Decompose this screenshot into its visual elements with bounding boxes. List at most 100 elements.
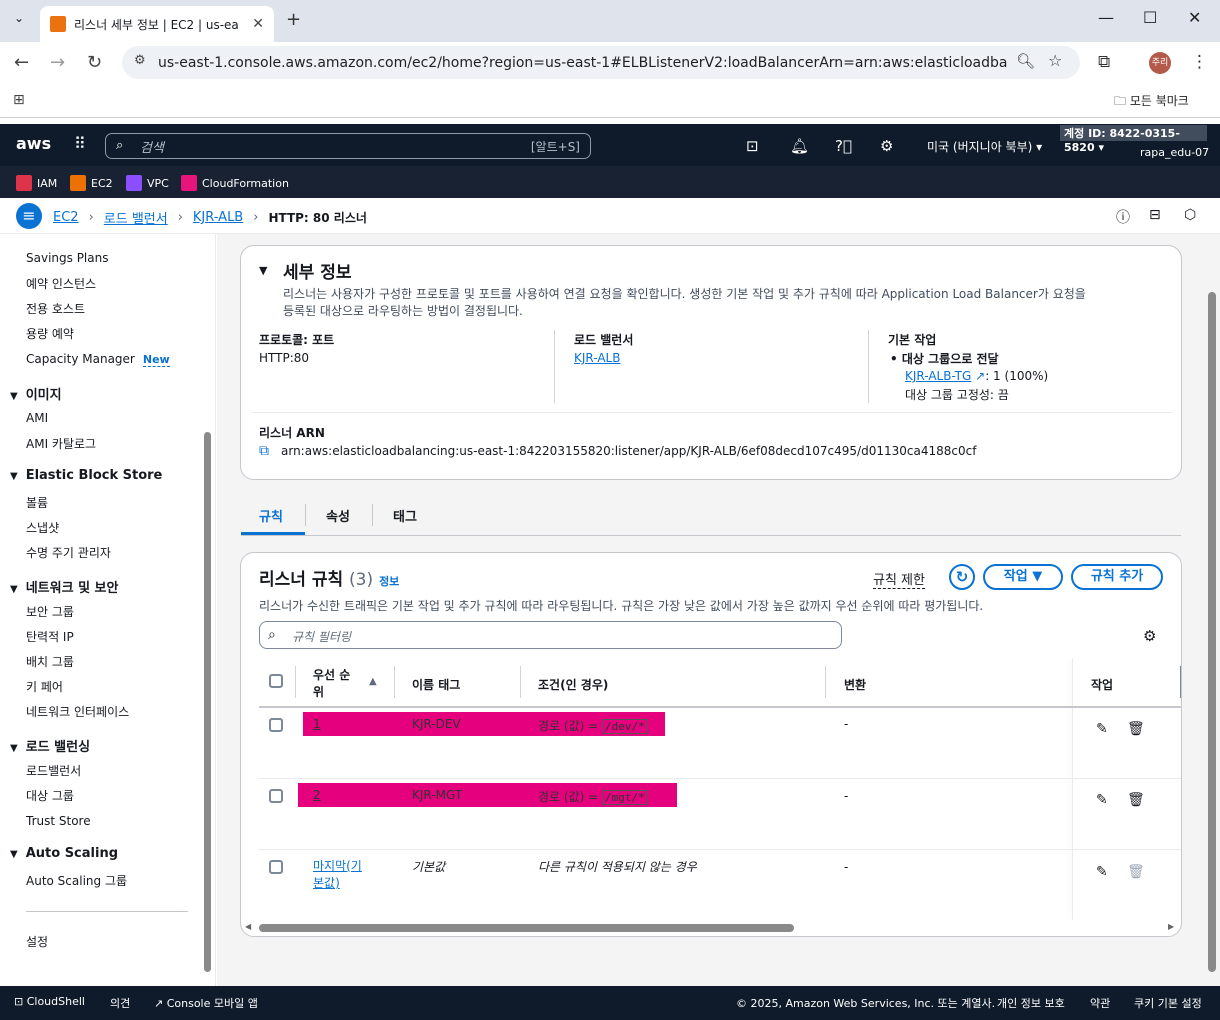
sidebar-scrollbar[interactable]	[204, 432, 211, 972]
load-balancer-link[interactable]: KJR-ALB	[574, 351, 620, 365]
sidebar-item-savings-plans[interactable]: Savings Plans	[26, 251, 108, 265]
all-bookmarks-link[interactable]: 🗀 모든 북마크	[1114, 92, 1189, 113]
delete-trash-icon[interactable]: 🗑︎	[1127, 792, 1145, 808]
sort-ascending-icon[interactable]: ▲	[369, 676, 377, 687]
row-checkbox[interactable]	[269, 718, 283, 732]
main-vertical-scrollbar[interactable]	[1208, 292, 1216, 972]
sidebar-section-auto-scaling[interactable]: Auto Scaling	[10, 846, 118, 861]
sidebar-item-reserved-instances[interactable]: 예약 인스턴스	[26, 275, 96, 292]
rule-priority-link[interactable]: 마지막(기 본값)	[313, 858, 362, 892]
sidebar-item-elastic-ip[interactable]: 탄력적 IP	[26, 628, 74, 645]
sidebar-section-images[interactable]: 이미지	[10, 384, 62, 403]
rule-priority-link[interactable]: 1	[313, 717, 321, 731]
sidebar-section-network-security[interactable]: 네트워크 및 보안	[10, 577, 119, 596]
delete-trash-icon[interactable]: 🗑︎	[1127, 721, 1145, 737]
cookie-preferences-link[interactable]: 쿠키 기본 설정	[1134, 995, 1202, 1011]
row-checkbox[interactable]	[269, 789, 283, 803]
fav-ec2[interactable]: EC2	[70, 175, 113, 191]
minimize-icon[interactable]: —	[1098, 8, 1114, 27]
mobile-app-link[interactable]: ↗ Console 모바일 앱	[154, 995, 258, 1011]
cloudshell-link[interactable]: ⊡ CloudShell	[14, 995, 85, 1008]
sidebar-item-capacity-reservations[interactable]: 용량 예약	[26, 325, 74, 342]
browser-tab[interactable]: 리스너 세부 정보 | EC2 | us-ea ✕	[40, 6, 274, 42]
sidebar-item-auto-scaling-groups[interactable]: Auto Scaling 그룹	[26, 872, 127, 889]
add-rule-button[interactable]: 규칙 추가	[1071, 564, 1163, 590]
sidebar-section-load-balancing[interactable]: 로드 밸런싱	[10, 736, 90, 755]
fav-vpc[interactable]: VPC	[126, 175, 169, 191]
breadcrumb-kjr-alb[interactable]: KJR-ALB	[193, 210, 243, 225]
sidebar-item-volumes[interactable]: 볼륨	[26, 494, 48, 511]
sidebar-item-ami[interactable]: AMI	[26, 411, 48, 425]
user-name[interactable]: rapa_edu-07	[1140, 146, 1209, 159]
account-id-badge[interactable]: 계정 ID: 8422-0315-5820 ▾	[1060, 125, 1207, 154]
edit-pencil-icon[interactable]: ✎	[1096, 864, 1108, 880]
sidebar-item-key-pairs[interactable]: 키 페어	[26, 678, 63, 695]
region-selector[interactable]: 미국 (버지니아 북부) ▾	[927, 138, 1042, 155]
row-checkbox[interactable]	[269, 860, 283, 874]
sidebar-section-ebs[interactable]: Elastic Block Store	[10, 468, 163, 483]
info-icon[interactable]: ⓘ	[1116, 207, 1130, 227]
sidebar-item-load-balancers[interactable]: 로드밸런서	[26, 762, 81, 779]
profile-avatar[interactable]: 주리	[1149, 52, 1171, 74]
cloudshell-icon[interactable]: ⊡	[746, 137, 759, 155]
col-priority-header[interactable]: 우선 순위	[313, 666, 350, 700]
extensions-icon[interactable]: ⧉	[1098, 52, 1110, 72]
close-window-icon[interactable]: ✕	[1188, 8, 1201, 27]
security-icon[interactable]: ⬡	[1184, 207, 1196, 223]
col-conditions-header[interactable]: 조건(인 경우)	[538, 676, 608, 693]
help-icon[interactable]: ?⃝	[835, 137, 852, 155]
sidebar-item-dedicated-hosts[interactable]: 전용 호스트	[26, 300, 85, 317]
tab-tags[interactable]: 태그	[393, 506, 417, 525]
sidebar-item-placement-groups[interactable]: 배치 그룹	[26, 653, 74, 670]
new-tab-icon[interactable]: +	[286, 9, 301, 30]
collapse-caret-icon[interactable]: ▼	[259, 264, 267, 277]
col-name-tag-header[interactable]: 이름 태그	[412, 676, 460, 693]
fav-iam[interactable]: IAM	[16, 175, 57, 191]
sidebar-item-target-groups[interactable]: 대상 그룹	[26, 787, 74, 804]
table-horizontal-scrollbar[interactable]	[259, 924, 794, 932]
console-search-input[interactable]: ⌕ 검색 [알트+S]	[105, 133, 591, 159]
edit-pencil-icon[interactable]: ✎	[1096, 792, 1108, 808]
feedback-icon[interactable]: ⊟	[1149, 207, 1161, 223]
fav-cloudformation[interactable]: CloudFormation	[181, 175, 289, 191]
breadcrumb-load-balancers[interactable]: 로드 밸런서	[104, 208, 168, 227]
forward-icon[interactable]: →	[50, 52, 65, 73]
reload-icon[interactable]: ↻	[87, 52, 102, 73]
rules-filter-input[interactable]: ⌕ 규칙 필터링	[259, 621, 842, 649]
table-settings-gear-icon[interactable]: ⚙	[1143, 627, 1156, 645]
maximize-icon[interactable]: ☐	[1143, 8, 1157, 27]
edit-pencil-icon[interactable]: ✎	[1096, 721, 1108, 737]
sidebar-item-security-groups[interactable]: 보안 그룹	[26, 603, 74, 620]
privacy-link[interactable]: 개인 정보 보호	[997, 995, 1065, 1011]
rules-info-link[interactable]: 정보	[379, 575, 399, 588]
terms-link[interactable]: 약관	[1090, 995, 1110, 1011]
scroll-left-icon[interactable]: ◀	[245, 922, 251, 931]
url-field[interactable]: ⚙ us-east-1.console.aws.amazon.com/ec2/h…	[122, 46, 1080, 79]
sidebar-item-capacity-manager[interactable]: Capacity Manager New	[26, 352, 170, 367]
sidebar-item-network-interfaces[interactable]: 네트워크 인터페이스	[26, 703, 129, 720]
notifications-icon[interactable]: 🔔︎	[790, 137, 809, 155]
rule-priority-link[interactable]: 2	[313, 788, 321, 802]
services-grid-icon[interactable]: ⠿	[74, 134, 86, 153]
aws-logo[interactable]: aws	[16, 134, 51, 153]
tab-rules[interactable]: 규칙	[259, 506, 283, 525]
settings-gear-icon[interactable]: ⚙	[880, 137, 893, 155]
site-settings-icon[interactable]: ⚙	[134, 53, 984, 68]
sidebar-item-ami-catalog[interactable]: AMI 카탈로그	[26, 435, 96, 452]
sidebar-item-trust-store[interactable]: Trust Store	[26, 814, 91, 828]
copy-icon[interactable]: ⧉	[259, 443, 269, 459]
scroll-right-icon[interactable]: ▶	[1168, 922, 1174, 931]
col-transform-header[interactable]: 변환	[844, 676, 866, 693]
breadcrumb-ec2[interactable]: EC2	[53, 210, 79, 225]
sidebar-item-settings[interactable]: 설정	[26, 933, 48, 950]
select-all-checkbox[interactable]	[269, 674, 283, 688]
actions-button[interactable]: 작업 ▼	[983, 564, 1063, 590]
browser-menu-icon[interactable]: ⋮	[1191, 52, 1208, 72]
sidebar-item-snapshots[interactable]: 스냅샷	[26, 519, 59, 536]
apps-grid-icon[interactable]: ⊞	[13, 92, 25, 108]
close-tab-icon[interactable]: ✕	[252, 16, 264, 32]
sidebar-item-lifecycle-manager[interactable]: 수명 주기 관리자	[26, 544, 111, 561]
refresh-button[interactable]: ↻	[949, 564, 975, 590]
back-icon[interactable]: ←	[14, 52, 29, 73]
nav-menu-button[interactable]: ≡	[16, 203, 42, 229]
